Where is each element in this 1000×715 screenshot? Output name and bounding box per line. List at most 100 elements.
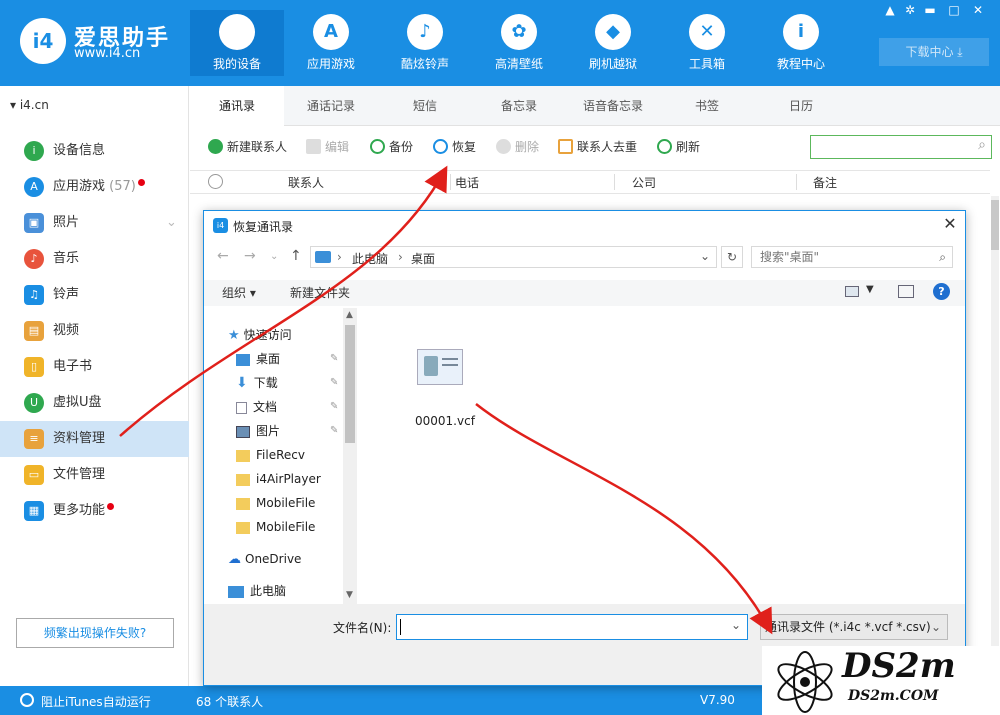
contact-card-icon	[424, 356, 438, 376]
recent-locations-icon[interactable]: ⌄	[270, 251, 278, 262]
sidebar-item-photos[interactable]: ▣ 照片 ⌄	[0, 205, 189, 241]
gear-icon[interactable]: ✲	[900, 2, 920, 18]
shirt-icon[interactable]: ▲	[880, 2, 900, 18]
tree-item-filerecv[interactable]: FileRecv	[236, 445, 305, 465]
download-center-button[interactable]: 下载中心 ⤓	[879, 38, 989, 66]
itunes-toggle-icon[interactable]	[20, 693, 34, 707]
tab-sms[interactable]: 短信	[378, 86, 472, 126]
book-icon: ▯	[24, 357, 44, 377]
sidebar-item-video[interactable]: ▤ 视频	[0, 313, 189, 349]
folder-search-input[interactable]: 搜索"桌面" ⌕	[751, 246, 953, 268]
tree-item-downloads[interactable]: ⬇ 下载	[236, 373, 278, 393]
nav-toolbox[interactable]: ✕ 工具箱	[660, 10, 754, 76]
sidebar-item-device-info[interactable]: i 设备信息	[0, 133, 189, 169]
sidebar-item-virtual-usb[interactable]: U 虚拟U盘	[0, 385, 189, 421]
tree-item-quick-access[interactable]: ★ 快速访问	[228, 325, 292, 345]
file-type-select[interactable]: 通讯录文件 (*.i4c *.vcf *.csv) ⌄	[760, 614, 948, 640]
tab-notes[interactable]: 备忘录	[472, 86, 566, 126]
tab-bookmarks[interactable]: 书签	[660, 86, 754, 126]
tree-item-pictures[interactable]: 图片	[236, 421, 280, 441]
sidebar-item-more[interactable]: ▦ 更多功能	[0, 493, 189, 529]
address-bar[interactable]: › 此电脑 › 桌面 ⌄	[310, 246, 717, 268]
view-dropdown-icon[interactable]: ▼	[866, 284, 874, 295]
tree-item-mobilefile[interactable]: MobileFile	[236, 493, 315, 513]
up-arrow-icon[interactable]: ↑	[290, 248, 302, 264]
nav-tutorials[interactable]: i 教程中心	[754, 10, 848, 76]
search-icon[interactable]: ⌕	[939, 247, 946, 267]
block-itunes-autorun-toggle[interactable]: 阻止iTunes自动运行	[41, 693, 151, 710]
search-icon[interactable]: ⌕	[978, 137, 986, 153]
contact-search-input[interactable]: ⌕	[810, 135, 992, 159]
tree-item-onedrive[interactable]: ☁ OneDrive	[228, 549, 301, 569]
tree-item-this-pc[interactable]: 此电脑	[228, 581, 286, 601]
minimize-icon[interactable]: ▬	[920, 2, 940, 18]
sidebar-item-music[interactable]: ♪ 音乐	[0, 241, 189, 277]
sidebar-item-ebooks[interactable]: ▯ 电子书	[0, 349, 189, 385]
column-company[interactable]: 公司	[632, 174, 656, 191]
breadcrumb-desktop[interactable]: 桌面	[411, 250, 435, 267]
column-divider	[796, 174, 797, 190]
breadcrumb-separator-icon: ›	[398, 250, 403, 264]
select-all-checkbox[interactable]	[208, 174, 223, 189]
column-contact[interactable]: 联系人	[288, 174, 324, 191]
backup-button[interactable]: 备份	[370, 137, 413, 157]
tree-item-i4airplayer[interactable]: i4AirPlayer	[236, 469, 321, 489]
delete-button[interactable]: 删除	[496, 137, 539, 157]
sidebar-item-apps[interactable]: A 应用游戏 (57)	[0, 169, 189, 205]
filename-input[interactable]: ⌄	[396, 614, 748, 640]
pictures-icon	[236, 425, 250, 438]
organize-menu[interactable]: 组织 ▾	[222, 284, 256, 301]
nav-apps-games[interactable]: A 应用游戏	[284, 10, 378, 76]
back-arrow-icon[interactable]: ←	[217, 248, 229, 264]
vcf-file-icon[interactable]	[417, 349, 463, 385]
restore-button[interactable]: 恢复	[433, 137, 476, 157]
folder-icon	[236, 473, 250, 486]
scroll-up-icon[interactable]: ▲	[346, 310, 353, 320]
help-icon[interactable]: ?	[933, 283, 950, 300]
new-contact-button[interactable]: 新建联系人	[208, 137, 287, 157]
nav-ringtones[interactable]: ♪ 酷炫铃声	[378, 10, 472, 76]
tab-call-log[interactable]: 通话记录	[284, 86, 378, 126]
chevron-down-icon[interactable]: ⌄	[931, 615, 941, 639]
tab-voice-memos[interactable]: 语音备忘录	[566, 86, 660, 126]
tab-calendar[interactable]: 日历	[754, 86, 848, 126]
forward-arrow-icon[interactable]: →	[244, 248, 256, 264]
nav-flash-jailbreak[interactable]: ◆ 刷机越狱	[566, 10, 660, 76]
sidebar-item-file-management[interactable]: ▭ 文件管理	[0, 457, 189, 493]
new-folder-button[interactable]: 新建文件夹	[290, 284, 350, 301]
chevron-down-icon[interactable]: ⌄	[700, 249, 710, 263]
contacts-scrollbar[interactable]	[991, 196, 999, 676]
scroll-down-icon[interactable]: ▼	[346, 590, 353, 600]
dialog-close-icon[interactable]: ✕	[940, 214, 960, 234]
file-item-name[interactable]: 00001.vcf	[415, 414, 475, 428]
sidebar-item-data-management[interactable]: ≡ 资料管理	[0, 421, 189, 457]
pin-icon[interactable]: ✎	[330, 401, 338, 412]
refresh-icon[interactable]: ↻	[721, 246, 743, 268]
device-selector[interactable]: ▾ i4.cn	[10, 98, 49, 112]
tree-item-mobilefile-2[interactable]: MobileFile	[236, 517, 315, 537]
column-notes[interactable]: 备注	[813, 174, 837, 191]
preview-pane-icon[interactable]	[898, 285, 914, 298]
nav-my-device[interactable]: 我的设备	[190, 10, 284, 76]
chevron-down-icon[interactable]: ⌄	[166, 205, 177, 241]
close-icon[interactable]: ✕	[968, 2, 988, 18]
operation-failure-help-button[interactable]: 频繁出现操作失败?	[16, 618, 174, 648]
pin-icon[interactable]: ✎	[330, 353, 338, 364]
maximize-icon[interactable]: □	[944, 2, 964, 18]
column-phone[interactable]: 电话	[455, 174, 479, 191]
chevron-down-icon[interactable]: ⌄	[731, 618, 741, 632]
tree-item-desktop[interactable]: 桌面	[236, 349, 280, 369]
edit-button[interactable]: 编辑	[306, 137, 349, 157]
refresh-button[interactable]: 刷新	[657, 137, 700, 157]
tree-item-documents[interactable]: 文档	[236, 397, 277, 417]
nav-wallpapers[interactable]: ✿ 高清壁纸	[472, 10, 566, 76]
breadcrumb-this-pc[interactable]: 此电脑	[352, 250, 388, 267]
contacts-scrollbar-thumb[interactable]	[991, 200, 999, 250]
dedupe-contacts-button[interactable]: 联系人去重	[558, 137, 637, 157]
navigation-scrollbar-thumb[interactable]	[345, 325, 355, 443]
pin-icon[interactable]: ✎	[330, 425, 338, 436]
sidebar-item-ringtones[interactable]: ♫ 铃声	[0, 277, 189, 313]
tab-contacts[interactable]: 通讯录	[190, 86, 284, 126]
view-options-icon[interactable]	[845, 286, 859, 297]
pin-icon[interactable]: ✎	[330, 377, 338, 388]
